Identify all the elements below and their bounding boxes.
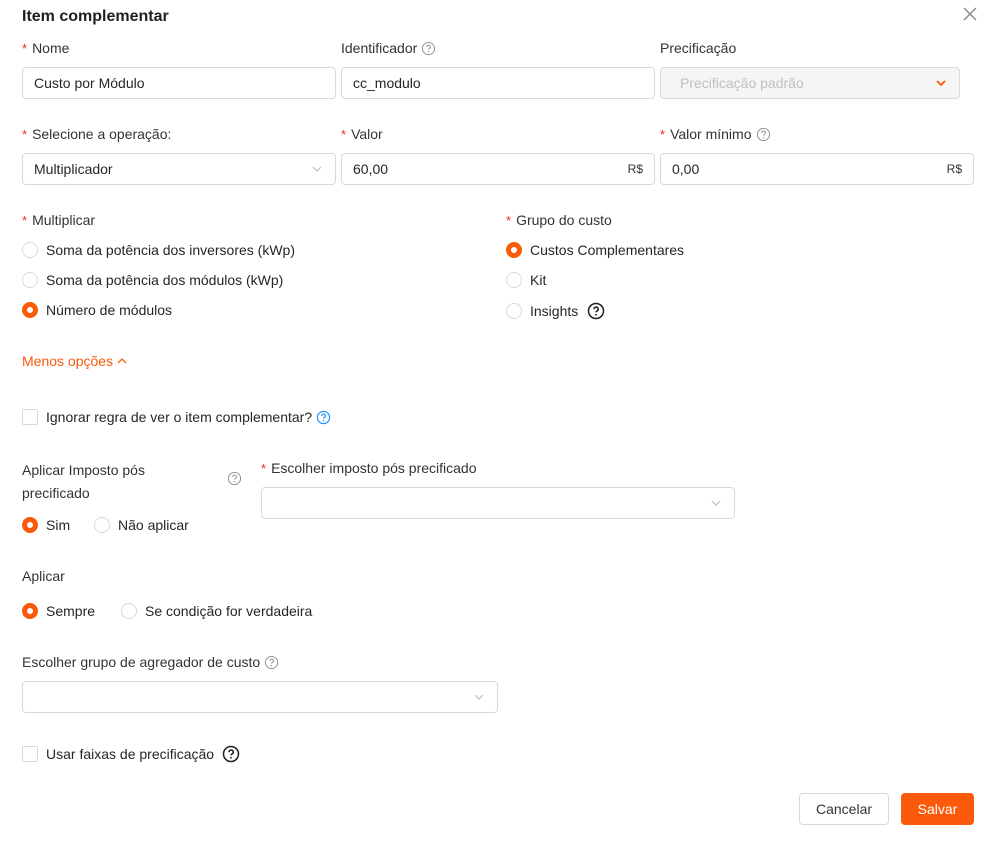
- aplicar-option-condicao[interactable]: Se condição for verdadeira: [121, 603, 312, 619]
- identificador-input[interactable]: cc_modulo: [341, 67, 655, 99]
- imposto-label: Aplicar Imposto pós precificado: [22, 462, 145, 501]
- faixas-checkbox[interactable]: [22, 746, 38, 762]
- grupo-option-custos-complementares[interactable]: Custos Complementares: [506, 242, 684, 258]
- radio-button-selected[interactable]: [22, 517, 38, 533]
- chevron-up-icon: [117, 358, 127, 364]
- multiplicar-label: * Multiplicar: [22, 212, 96, 228]
- radio-button[interactable]: [121, 603, 137, 619]
- multiplicar-option-numero-modulos[interactable]: Número de módulos: [22, 302, 172, 318]
- precificacao-select[interactable]: Precificação padrão: [660, 67, 960, 99]
- faixas-checkbox-row[interactable]: Usar faixas de precificação: [22, 745, 240, 763]
- chevron-down-icon: [474, 694, 484, 700]
- valor-label: * Valor: [341, 126, 383, 142]
- help-icon[interactable]: [587, 302, 605, 320]
- imposto-option-nao-aplicar[interactable]: Não aplicar: [94, 517, 189, 533]
- radio-button-selected[interactable]: [506, 242, 522, 258]
- radio-button-selected[interactable]: [22, 302, 38, 318]
- aplicar-label: Aplicar: [22, 568, 65, 584]
- close-icon: [963, 7, 977, 21]
- radio-button[interactable]: [506, 272, 522, 288]
- operacao-label: * Selecione a operação:: [22, 126, 172, 142]
- help-icon[interactable]: [756, 127, 771, 142]
- valor-minimo-input[interactable]: 0,00 R$: [660, 153, 974, 185]
- imposto-option-sim[interactable]: Sim: [22, 517, 70, 533]
- chevron-down-icon: [936, 80, 946, 87]
- identificador-label: Identificador: [341, 40, 436, 56]
- grupo-option-insights[interactable]: Insights: [506, 302, 605, 320]
- help-icon[interactable]: [316, 410, 331, 425]
- help-icon[interactable]: [264, 655, 279, 670]
- help-icon[interactable]: [222, 745, 240, 763]
- menos-opcoes-link[interactable]: Menos opções: [22, 353, 128, 369]
- chevron-down-icon: [312, 166, 322, 172]
- grupo-custo-label: * Grupo do custo: [506, 212, 612, 228]
- cancel-button[interactable]: Cancelar: [799, 793, 889, 825]
- agregador-label: Escolher grupo de agregador de custo: [22, 654, 279, 670]
- modal-title: Item complementar: [22, 8, 169, 25]
- help-icon[interactable]: [421, 41, 436, 56]
- escolher-imposto-label: * Escolher imposto pós precificado: [261, 460, 477, 476]
- aplicar-option-sempre[interactable]: Sempre: [22, 603, 95, 619]
- ignorar-regra-checkbox[interactable]: [22, 409, 38, 425]
- multiplicar-option-inversores[interactable]: Soma da potência dos inversores (kWp): [22, 242, 295, 258]
- radio-button[interactable]: [506, 303, 522, 319]
- grupo-option-kit[interactable]: Kit: [506, 272, 546, 288]
- currency-suffix: R$: [627, 162, 643, 176]
- save-button[interactable]: Salvar: [901, 793, 974, 825]
- chevron-down-icon: [711, 500, 721, 506]
- multiplicar-option-modulos-kwp[interactable]: Soma da potência dos módulos (kWp): [22, 272, 283, 288]
- radio-button-selected[interactable]: [22, 603, 38, 619]
- operacao-select[interactable]: Multiplicador: [22, 153, 336, 185]
- precificacao-label: Precificação: [660, 40, 737, 56]
- help-icon[interactable]: [227, 471, 242, 486]
- currency-suffix: R$: [946, 162, 962, 176]
- escolher-imposto-select[interactable]: [261, 487, 735, 519]
- nome-label: * Nome: [22, 40, 70, 56]
- agregador-select[interactable]: [22, 681, 498, 713]
- ignorar-regra-checkbox-row[interactable]: Ignorar regra de ver o item complementar…: [22, 409, 331, 425]
- valor-input[interactable]: 60,00 R$: [341, 153, 655, 185]
- radio-button[interactable]: [94, 517, 110, 533]
- radio-button[interactable]: [22, 242, 38, 258]
- radio-button[interactable]: [22, 272, 38, 288]
- close-button[interactable]: [958, 2, 982, 26]
- valor-minimo-label: * Valor mínimo: [660, 126, 771, 142]
- nome-input[interactable]: Custo por Módulo: [22, 67, 336, 99]
